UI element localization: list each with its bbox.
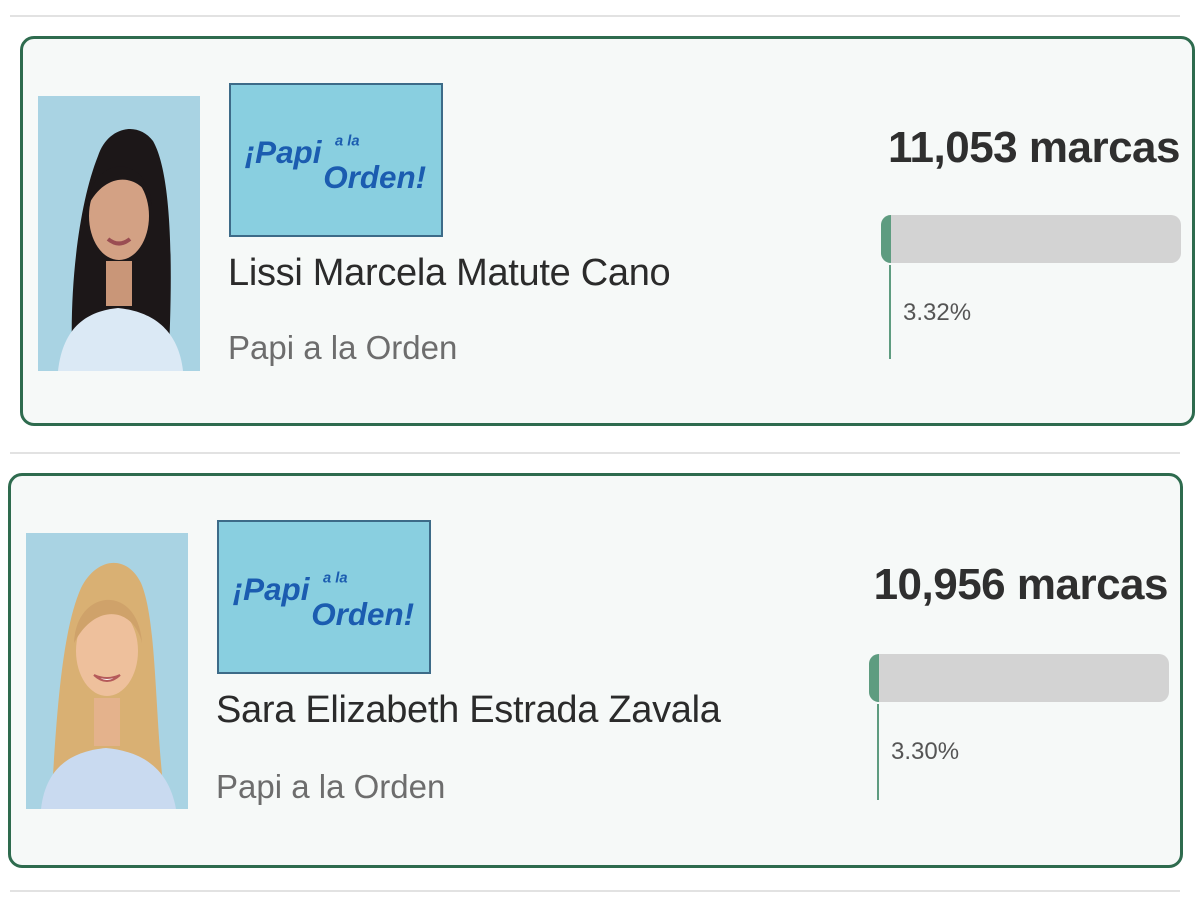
- svg-text:¡Papi: ¡Papi: [233, 572, 311, 607]
- progress-marker-line: [877, 704, 879, 800]
- percentage-label: 3.32%: [903, 299, 972, 326]
- party-name: Papi a la Orden: [228, 329, 458, 366]
- vote-count: 11,053 marcas: [887, 123, 1181, 172]
- vote-count: 10,956 marcas: [873, 560, 1169, 609]
- party-logo: ¡Papi a la Orden!: [217, 520, 431, 674]
- result-card-1[interactable]: ¡Papi a la Orden! Lissi Marcela Matute C…: [20, 36, 1195, 426]
- vote-progress-fill: [881, 215, 891, 263]
- svg-text:Orden!: Orden!: [311, 597, 414, 632]
- divider-bottom: [10, 890, 1180, 892]
- party-logo: ¡Papi a la Orden!: [229, 83, 443, 237]
- svg-text:a la: a la: [323, 570, 348, 586]
- party-name: Papi a la Orden: [216, 768, 446, 805]
- divider-top: [10, 15, 1180, 17]
- candidate-photo: [26, 533, 188, 809]
- vote-progress-fill: [869, 654, 879, 702]
- result-card-2[interactable]: ¡Papi a la Orden! Sara Elizabeth Estrada…: [8, 473, 1183, 868]
- svg-text:¡Papi: ¡Papi: [245, 135, 323, 170]
- vote-progress-bar: [881, 215, 1181, 263]
- percentage-label: 3.30%: [891, 738, 960, 765]
- svg-text:Orden!: Orden!: [323, 160, 426, 195]
- vote-progress-bar: [869, 654, 1169, 702]
- svg-text:a la: a la: [335, 133, 360, 149]
- candidate-name: Lissi Marcela Matute Cano: [228, 252, 671, 294]
- candidate-photo: [38, 96, 200, 371]
- divider-middle: [10, 452, 1180, 454]
- candidate-name: Sara Elizabeth Estrada Zavala: [216, 689, 721, 731]
- progress-marker-line: [889, 265, 891, 359]
